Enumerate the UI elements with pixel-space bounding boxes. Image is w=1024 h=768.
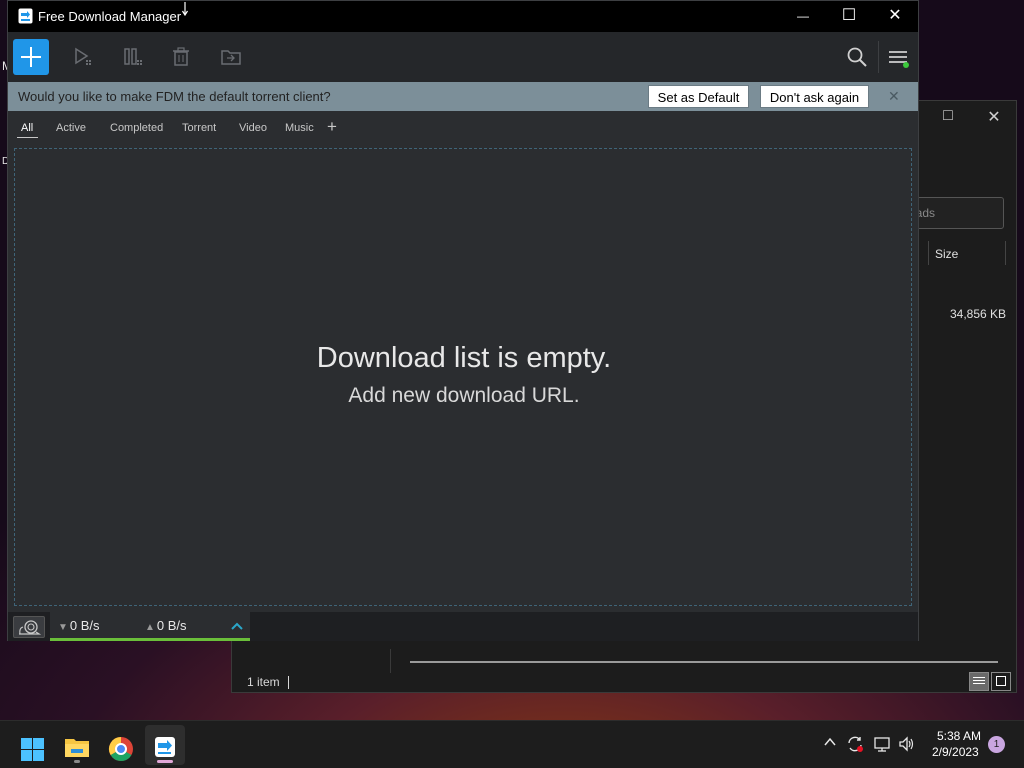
search-icon[interactable] bbox=[846, 46, 868, 68]
taskbar bbox=[0, 720, 1024, 768]
download-speed-value: 0 B/s bbox=[69, 618, 100, 633]
column-divider[interactable] bbox=[1005, 241, 1006, 265]
minimize-button[interactable]: — bbox=[780, 1, 826, 32]
banner-message: Would you like to make FDM the default t… bbox=[18, 89, 331, 104]
tab-active[interactable]: Active bbox=[56, 122, 86, 134]
close-button[interactable]: ✕ bbox=[872, 1, 918, 32]
upload-speed-value: 0 B/s bbox=[156, 618, 187, 633]
maximize-button[interactable]: □ bbox=[928, 107, 968, 127]
dont-ask-again-button[interactable]: Don't ask again bbox=[760, 85, 869, 108]
tab-video[interactable]: Video bbox=[239, 122, 267, 134]
chrome-icon bbox=[108, 737, 133, 762]
download-speed: ▼ 0 B/s bbox=[58, 618, 100, 633]
tab-all[interactable]: All bbox=[16, 122, 39, 138]
large-icons-view-button[interactable] bbox=[991, 672, 1011, 691]
fdm-icon bbox=[155, 737, 175, 757]
download-arrow-icon: ▼ bbox=[58, 622, 68, 633]
filter-tabs: All Active Completed Torrent Video Music… bbox=[8, 111, 918, 145]
horizontal-scrollbar[interactable] bbox=[410, 661, 998, 663]
tab-music[interactable]: Music bbox=[285, 122, 314, 134]
tab-completed[interactable]: Completed bbox=[110, 122, 163, 134]
notification-badge[interactable]: 1 bbox=[988, 736, 1005, 753]
status-bar: ▼ 0 B/s ▲ 0 B/s bbox=[8, 612, 918, 641]
close-button[interactable]: ✕ bbox=[974, 107, 1014, 127]
column-header-size[interactable]: Size bbox=[935, 247, 958, 261]
clock-time[interactable]: 5:38 AM bbox=[937, 729, 981, 743]
default-client-banner: Would you like to make FDM the default t… bbox=[8, 82, 918, 111]
tiles-view-icon bbox=[996, 676, 1006, 686]
fdm-window: Free Download Manager — ☐ ✕ Would you li… bbox=[7, 0, 919, 641]
running-indicator bbox=[74, 760, 80, 763]
clock-date[interactable]: 2/9/2023 bbox=[932, 745, 979, 759]
maximize-button[interactable]: ☐ bbox=[826, 1, 872, 32]
divider bbox=[390, 649, 391, 673]
empty-list-subtitle: Add new download URL. bbox=[348, 384, 580, 407]
plus-icon-part bbox=[30, 47, 32, 67]
status-separator bbox=[288, 676, 289, 689]
move-to-folder-icon[interactable] bbox=[220, 46, 242, 68]
details-view-button[interactable] bbox=[969, 672, 989, 691]
upload-arrow-icon: ▲ bbox=[145, 622, 155, 633]
set-as-default-button[interactable]: Set as Default bbox=[648, 85, 749, 108]
toolbar bbox=[8, 32, 918, 82]
start-button[interactable] bbox=[12, 725, 52, 765]
chevron-up-icon[interactable] bbox=[231, 622, 243, 632]
snail-mode-button[interactable] bbox=[13, 616, 45, 638]
banner-close-icon[interactable]: ✕ bbox=[888, 88, 900, 105]
resume-icon[interactable] bbox=[72, 46, 94, 68]
upload-speed: ▲ 0 B/s bbox=[145, 618, 187, 633]
chevron-up-icon[interactable] bbox=[823, 735, 837, 749]
delete-icon[interactable] bbox=[170, 46, 192, 68]
active-indicator bbox=[157, 760, 173, 763]
folder-icon bbox=[65, 739, 89, 757]
column-divider[interactable] bbox=[928, 241, 929, 265]
speed-indicator[interactable]: ▼ 0 B/s ▲ 0 B/s bbox=[50, 612, 250, 641]
divider bbox=[878, 41, 879, 73]
fdm-taskbar-button[interactable] bbox=[145, 725, 185, 765]
add-download-button[interactable] bbox=[13, 39, 49, 75]
download-list-drop-area[interactable]: Download list is empty. Add new download… bbox=[14, 148, 912, 606]
snail-icon bbox=[19, 620, 42, 635]
fdm-app-icon bbox=[18, 8, 33, 24]
title-bar[interactable]: Free Download Manager — ☐ ✕ bbox=[8, 1, 918, 32]
sync-icon[interactable] bbox=[846, 735, 864, 753]
window-title: Free Download Manager bbox=[38, 9, 182, 24]
volume-icon[interactable] bbox=[898, 735, 916, 753]
menu-icon[interactable] bbox=[887, 46, 909, 68]
mouse-cursor-icon bbox=[181, 2, 189, 16]
network-icon[interactable] bbox=[873, 735, 891, 753]
file-size-cell: 34,856 KB bbox=[950, 307, 1007, 321]
windows-start-icon bbox=[21, 738, 44, 761]
details-view-icon bbox=[973, 677, 985, 686]
status-item-count: 1 item bbox=[247, 675, 280, 689]
pause-icon[interactable] bbox=[122, 46, 144, 68]
add-tab-icon[interactable]: + bbox=[327, 117, 337, 137]
file-explorer-taskbar-button[interactable] bbox=[57, 725, 97, 765]
tab-torrent[interactable]: Torrent bbox=[182, 122, 216, 134]
chrome-taskbar-button[interactable] bbox=[101, 725, 141, 765]
empty-list-title: Download list is empty. bbox=[316, 342, 612, 374]
